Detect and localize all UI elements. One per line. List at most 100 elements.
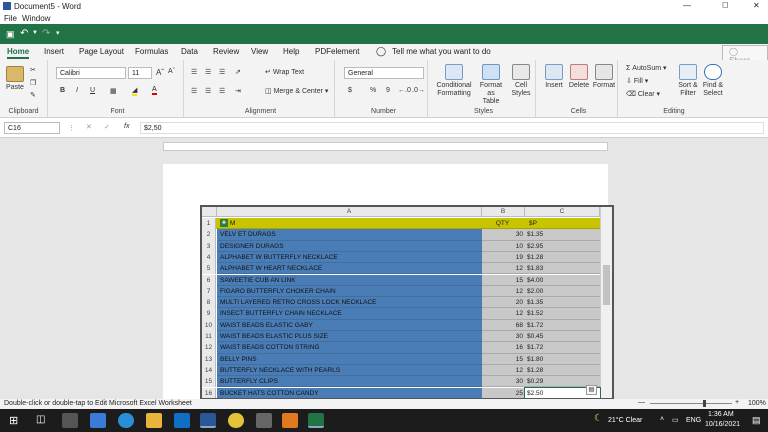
qty-cell[interactable]: 15: [482, 353, 525, 365]
weather-text[interactable]: 21°C Clear: [608, 417, 642, 424]
zoom-slider-thumb[interactable]: [703, 400, 706, 407]
qty-cell[interactable]: 30: [482, 331, 525, 343]
redo-icon[interactable]: ↷: [42, 28, 50, 39]
qty-cell[interactable]: 25: [482, 387, 525, 398]
select-all-corner[interactable]: [202, 207, 217, 217]
word-taskbar-icon[interactable]: [200, 413, 216, 428]
clock-time[interactable]: 1:36 AM: [708, 411, 734, 418]
item-name-cell[interactable]: BUCKET HATS COTTON CANDY: [217, 387, 482, 398]
qty-cell[interactable]: 30: [482, 376, 525, 388]
tab-review[interactable]: Review: [213, 47, 239, 56]
italic-button[interactable]: I: [76, 87, 78, 94]
app-icon-2[interactable]: [256, 413, 272, 428]
qty-cell[interactable]: 30: [482, 229, 525, 241]
zoom-out-icon[interactable]: —: [638, 399, 645, 406]
insert-function-button[interactable]: fx: [124, 123, 129, 130]
align-middle-icon[interactable]: ☰: [205, 68, 211, 76]
sort-filter-button[interactable]: Sort & Filter: [676, 64, 700, 98]
borders-icon[interactable]: ▦: [110, 87, 117, 95]
conditional-formatting-button[interactable]: Conditional Formatting: [434, 64, 474, 98]
insert-cells-button[interactable]: Insert: [542, 64, 566, 90]
delete-cells-button[interactable]: Delete: [567, 64, 591, 90]
item-name-cell[interactable]: ALPHABET W HEART NECKLACE: [217, 263, 482, 275]
paste-options-icon[interactable]: ▤: [586, 385, 597, 395]
item-name-cell[interactable]: WAIST BEADS COTTON STRING: [217, 342, 482, 354]
fill-button[interactable]: ⇩ Fill ▾: [626, 77, 648, 85]
item-name-cell[interactable]: ALPHABET W BUTTERFLY NECKLACE: [217, 251, 482, 264]
item-name-cell[interactable]: WAIST BEADS ELASTIC PLUS SIZE: [217, 331, 482, 343]
price-cell[interactable]: $1.28: [525, 251, 600, 264]
price-cell[interactable]: $2.00: [525, 285, 600, 298]
increase-font-icon[interactable]: Aˆ: [156, 68, 164, 77]
cancel-entry-icon[interactable]: ✕: [86, 123, 92, 131]
vertical-scrollbar[interactable]: [600, 207, 612, 398]
item-name-cell[interactable]: BELLY PINS: [217, 353, 482, 365]
tell-me-input[interactable]: Tell me what you want to do: [392, 47, 491, 56]
qty-cell[interactable]: 20: [482, 297, 525, 309]
font-size-select[interactable]: 11: [128, 67, 152, 79]
tab-formulas[interactable]: Formulas: [135, 47, 168, 56]
clock-date[interactable]: 10/16/2021: [705, 421, 740, 428]
zoom-in-icon[interactable]: +: [735, 399, 739, 406]
align-bottom-icon[interactable]: ☰: [219, 68, 225, 76]
scrollbar-thumb[interactable]: [603, 265, 610, 305]
increase-decimal-icon[interactable]: ←.0: [398, 87, 411, 94]
qty-cell[interactable]: 16: [482, 342, 525, 354]
header-cell-a[interactable]: ✥ M: [217, 218, 482, 230]
qty-cell[interactable]: 12: [482, 263, 525, 275]
clear-button[interactable]: ⌫ Clear ▾: [626, 90, 660, 98]
price-cell[interactable]: $1.35: [525, 297, 600, 309]
qty-cell[interactable]: 15: [482, 274, 525, 286]
header-cell-b[interactable]: QTY: [482, 218, 525, 230]
price-cell[interactable]: $4.00: [525, 274, 600, 286]
qty-cell[interactable]: 19: [482, 251, 525, 264]
decrease-decimal-icon[interactable]: .0→: [412, 87, 425, 94]
comma-button[interactable]: 9: [386, 87, 390, 94]
price-cell[interactable]: $1.80: [525, 353, 600, 365]
decrease-font-icon[interactable]: Aˇ: [168, 68, 175, 75]
column-header-b[interactable]: B: [482, 207, 525, 217]
item-name-cell[interactable]: INSECT BUTTERFLY CHAIN NECKLACE: [217, 308, 482, 320]
item-name-cell[interactable]: VELV ET DURAGS: [217, 229, 482, 241]
price-cell[interactable]: $1.83: [525, 263, 600, 275]
tab-home[interactable]: Home: [7, 47, 30, 59]
price-cell[interactable]: $1.52: [525, 308, 600, 320]
align-right-icon[interactable]: ☰: [219, 87, 225, 95]
align-center-icon[interactable]: ☰: [205, 87, 211, 95]
move-handle-icon[interactable]: ✥: [220, 219, 228, 228]
item-name-cell[interactable]: WAIST BEADS ELASTIC GABY: [217, 319, 482, 331]
copy-icon[interactable]: ❐: [30, 79, 36, 87]
price-cell[interactable]: $1.28: [525, 364, 600, 377]
font-color-icon[interactable]: A: [152, 86, 157, 95]
input-language[interactable]: ENG: [686, 417, 701, 424]
tab-help[interactable]: Help: [283, 47, 299, 56]
excel-taskbar-icon[interactable]: [308, 413, 324, 428]
cut-icon[interactable]: ✂: [30, 66, 36, 74]
zoom-level[interactable]: 100%: [748, 400, 766, 407]
paste-button[interactable]: Paste: [4, 66, 26, 92]
tray-chevron-icon[interactable]: ˄: [660, 416, 664, 423]
windows-start-icon[interactable]: ⊞: [9, 414, 18, 427]
item-name-cell[interactable]: BUTTERFLY NECKLACE WITH PEARLS: [217, 364, 482, 377]
menu-file[interactable]: File: [4, 14, 17, 23]
format-painter-icon[interactable]: ✎: [30, 91, 36, 99]
item-name-cell[interactable]: SAWEETIE CUB AN LINK: [217, 274, 482, 286]
autosum-button[interactable]: Σ AutoSum ▾: [626, 64, 667, 72]
find-select-button[interactable]: Find & Select: [701, 64, 725, 98]
vlc-icon[interactable]: [282, 413, 298, 428]
tab-pdfelement[interactable]: PDFelement: [315, 47, 359, 56]
column-header-c[interactable]: C: [525, 207, 600, 217]
item-name-cell[interactable]: MULTI LAYERED RETRO CROSS LOCK NECKLACE: [217, 297, 482, 309]
item-name-cell[interactable]: FIGARO BUTTERFLY CHOKER CHAIN: [217, 285, 482, 298]
price-cell[interactable]: $2.95: [525, 240, 600, 252]
name-box[interactable]: C16: [4, 122, 60, 134]
qty-cell[interactable]: 12: [482, 308, 525, 320]
mail-icon[interactable]: [90, 413, 106, 428]
tab-insert[interactable]: Insert: [44, 47, 64, 56]
qty-cell[interactable]: 12: [482, 364, 525, 377]
price-cell[interactable]: $1.35: [525, 229, 600, 241]
indent-icon[interactable]: ⇥: [235, 87, 241, 95]
minimize-icon[interactable]: —: [683, 1, 691, 10]
underline-button[interactable]: U: [90, 87, 95, 94]
chrome-icon[interactable]: [228, 413, 244, 428]
